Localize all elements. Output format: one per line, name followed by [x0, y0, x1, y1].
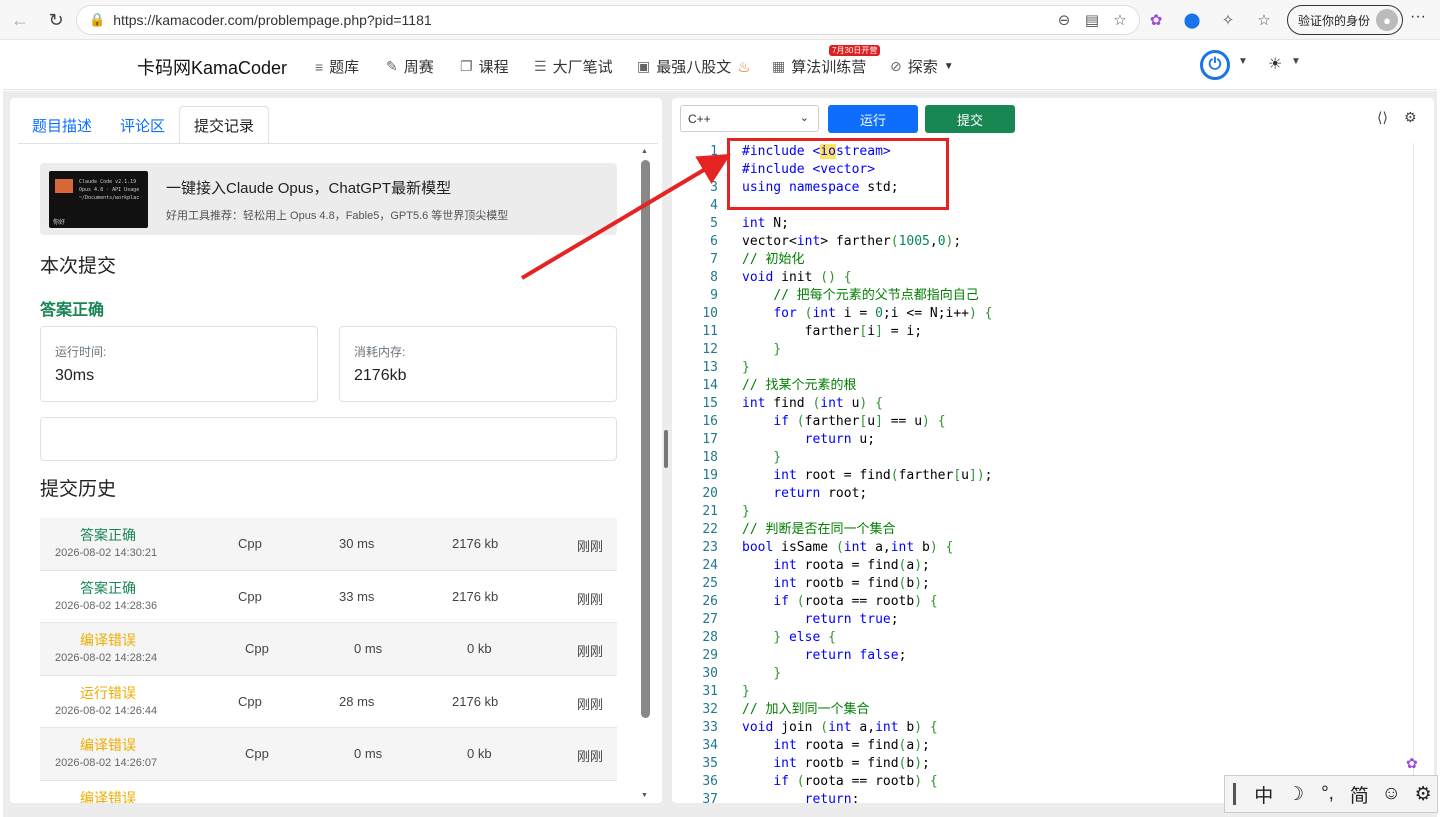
ime-chinese-mode[interactable]: 中 [1250, 781, 1278, 808]
brain-extension-icon[interactable]: ✿ [1406, 755, 1418, 772]
annotation-arrow [520, 153, 731, 280]
ime-settings-icon[interactable]: ⚙ [1409, 783, 1437, 806]
ime-punctuation-icon[interactable]: °, [1314, 783, 1342, 805]
ime-simplified-mode[interactable]: 简 [1345, 781, 1373, 808]
ime-emoji-icon[interactable]: ☺ [1377, 783, 1405, 805]
ime-toolbar: 中 ☽ °, 简 ☺ ⚙ [1224, 775, 1438, 813]
ime-moon-icon[interactable]: ☽ [1282, 783, 1310, 806]
drag-handle[interactable] [1233, 783, 1236, 805]
